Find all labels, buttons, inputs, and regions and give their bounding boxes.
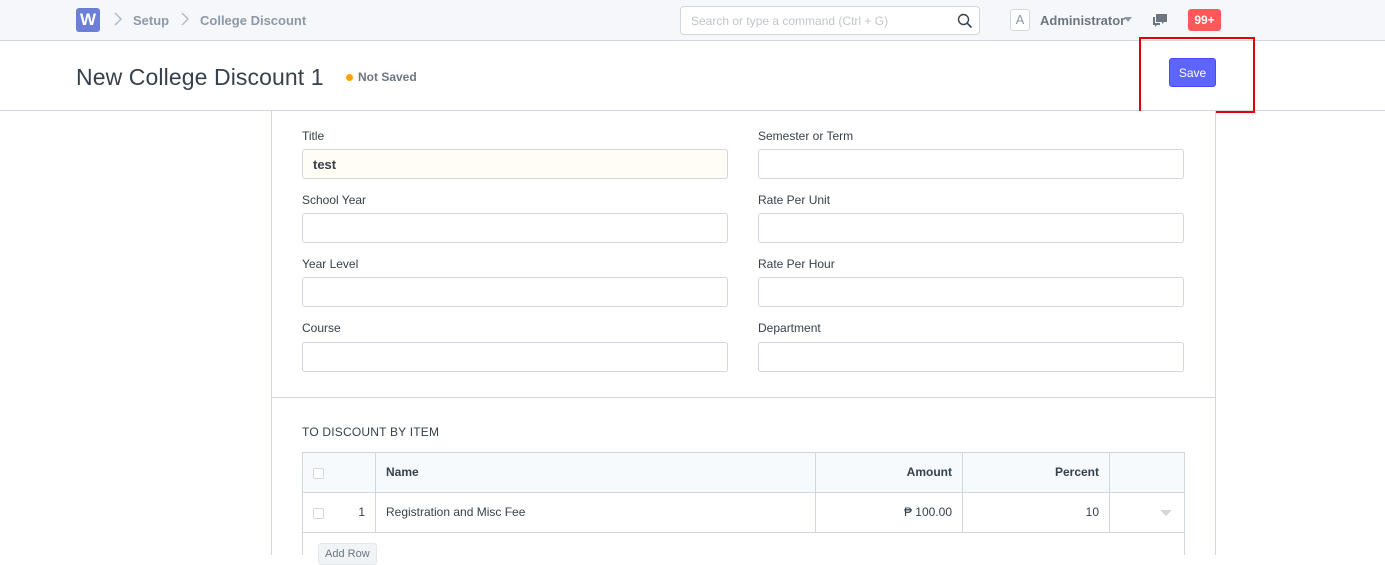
search-icon[interactable] <box>957 13 973 29</box>
field-label-semester: Semester or Term <box>758 129 854 143</box>
column-header-amount[interactable]: Amount <box>816 453 963 493</box>
search-box <box>680 6 980 35</box>
breadcrumb-college-discount[interactable]: College Discount <box>200 13 306 28</box>
discount-table: Name Amount Percent 1 Registration and M… <box>302 452 1185 565</box>
row-index: 1 <box>358 505 365 519</box>
row-checkbox[interactable] <box>313 508 324 519</box>
field-label-course: Course <box>302 321 341 335</box>
status-badge: Not Saved <box>358 70 417 84</box>
app-logo[interactable]: W <box>76 8 100 32</box>
chevron-right-icon <box>181 12 190 29</box>
row-amount-cell[interactable]: ₱ 100.00 <box>816 493 963 532</box>
select-all-checkbox[interactable] <box>313 468 324 479</box>
form-body: Title Semester or Term School Year Rate … <box>271 111 1216 565</box>
row-actions-cell <box>1110 493 1184 532</box>
course-field[interactable] <box>302 342 728 372</box>
field-label-rate-per-hour: Rate Per Hour <box>758 257 835 271</box>
save-highlight-box <box>1139 37 1255 113</box>
semester-field[interactable] <box>758 149 1184 179</box>
column-header-name[interactable]: Name <box>376 453 816 493</box>
table-row[interactable]: 1 Registration and Misc Fee ₱ 100.00 10 <box>303 493 1184 533</box>
section-divider <box>272 397 1215 398</box>
row-name-cell[interactable]: Registration and Misc Fee <box>376 493 816 532</box>
rate-per-hour-field[interactable] <box>758 277 1184 307</box>
chat-icon[interactable] <box>1151 12 1169 28</box>
breadcrumb-setup[interactable]: Setup <box>133 13 169 28</box>
school-year-field[interactable] <box>302 213 728 243</box>
avatar[interactable]: A <box>1010 9 1030 31</box>
page-title: New College Discount 1 <box>76 64 324 90</box>
add-row-button[interactable]: Add Row <box>318 543 377 565</box>
year-level-field[interactable] <box>302 277 728 307</box>
rate-per-unit-field[interactable] <box>758 213 1184 243</box>
title-field[interactable] <box>302 149 728 179</box>
field-label-rate-per-unit: Rate Per Unit <box>758 193 831 207</box>
field-label-department: Department <box>758 321 821 335</box>
notifications-badge[interactable]: 99+ <box>1188 9 1221 31</box>
field-label-school-year: School Year <box>302 193 367 207</box>
search-input[interactable] <box>681 7 951 34</box>
column-header-percent[interactable]: Percent <box>963 453 1110 493</box>
header-checkbox-cell <box>303 453 376 493</box>
caret-down-icon[interactable] <box>1124 17 1132 22</box>
status-indicator-dot <box>346 74 353 81</box>
table-header: Name Amount Percent <box>303 453 1184 493</box>
header-actions-cell <box>1110 453 1184 493</box>
section-title: TO DISCOUNT BY ITEM <box>302 425 440 439</box>
chevron-right-icon <box>114 12 123 29</box>
field-label-title: Title <box>302 129 325 143</box>
chevron-down-icon[interactable] <box>1160 510 1172 516</box>
row-checkbox-cell: 1 <box>303 493 376 532</box>
field-label-year-level: Year Level <box>302 257 359 271</box>
department-field[interactable] <box>758 342 1184 372</box>
navbar: W Setup College Discount A Administrator… <box>0 0 1385 41</box>
row-percent-cell[interactable]: 10 <box>963 493 1110 532</box>
user-menu[interactable]: Administrator <box>1040 13 1125 28</box>
